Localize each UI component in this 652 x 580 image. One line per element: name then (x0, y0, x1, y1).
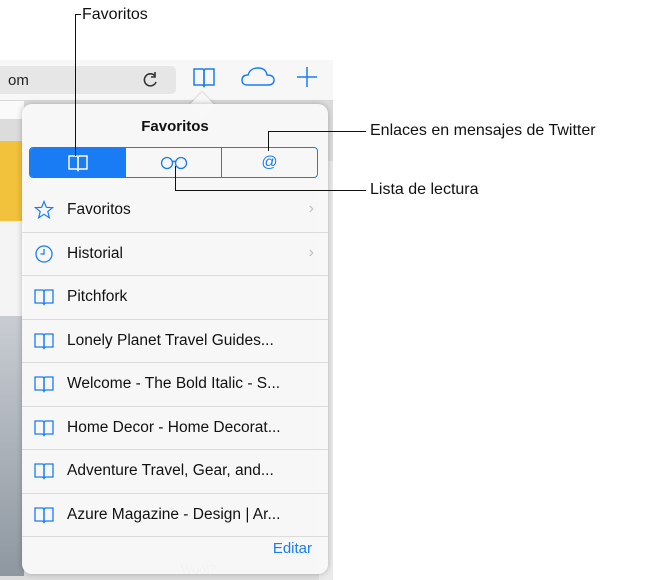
callout-favorites: Favoritos (82, 6, 148, 23)
callout-line-twitter-drop (268, 131, 269, 151)
segmented-control: @ (29, 147, 318, 178)
tab-favorites[interactable] (30, 148, 125, 177)
list-item-favorites[interactable]: Favoritos › (22, 189, 328, 233)
chevron-right-icon: › (308, 243, 314, 261)
glasses-icon (160, 156, 187, 169)
at-icon: @ (261, 153, 278, 171)
list-item-history[interactable]: Historial › (22, 233, 328, 276)
new-tab-icon[interactable] (294, 64, 320, 90)
callout-line-favorites (75, 14, 76, 156)
book-icon (67, 154, 88, 172)
list-item[interactable]: Azure Magazine - Design | Ar... (22, 494, 328, 537)
bookmark-list: Favoritos › Historial › Pitchfork Lonely… (22, 189, 328, 537)
list-item[interactable]: Home Decor - Home Decorat... (22, 407, 328, 450)
callout-line-reading-drop (175, 166, 176, 191)
list-item-label: Adventure Travel, Gear, and... (67, 462, 274, 479)
clock-icon (35, 244, 53, 263)
list-item[interactable]: Adventure Travel, Gear, and... (22, 450, 328, 494)
callout-line-twitter (268, 131, 366, 132)
book-icon (34, 419, 54, 437)
book-icon (34, 332, 54, 350)
list-item[interactable]: Pitchfork (22, 276, 328, 320)
list-item[interactable]: Welcome - The Bold Italic - S... (22, 363, 328, 407)
star-icon (34, 200, 54, 220)
list-item[interactable]: Lonely Planet Travel Guides... (22, 320, 328, 363)
popover-title: Favoritos (141, 118, 209, 135)
book-icon (34, 289, 54, 306)
list-item-label: Historial (67, 244, 123, 262)
list-item-label: Welcome - The Bold Italic - S... (67, 375, 281, 392)
address-text: om (8, 72, 29, 89)
callout-twitter-links: Enlaces en mensajes de Twitter (370, 122, 596, 139)
list-item-label: Lonely Planet Travel Guides... (67, 331, 274, 349)
list-item-label: Home Decor - Home Decorat... (67, 418, 281, 436)
callout-line-reading (175, 190, 366, 191)
callout-reading-list: Lista de lectura (370, 181, 479, 198)
callout-line-favorites-tick (75, 14, 81, 15)
edit-button[interactable]: Editar (273, 540, 312, 557)
tab-reading-list[interactable] (125, 148, 221, 177)
cloud-tabs-icon[interactable] (240, 64, 276, 90)
book-icon (34, 463, 54, 480)
browser-toolbar: om (0, 60, 333, 101)
book-icon (34, 506, 54, 524)
list-item-label: Pitchfork (67, 288, 128, 305)
address-bar[interactable]: om (0, 66, 176, 94)
tab-shared-links[interactable]: @ (221, 148, 317, 177)
book-icon (34, 376, 54, 393)
list-item-label: Favoritos (67, 201, 131, 218)
list-item-label: Azure Magazine - Design | Ar... (67, 505, 281, 523)
bookmarks-icon[interactable] (191, 64, 217, 90)
reload-icon[interactable] (140, 69, 162, 91)
chevron-right-icon: › (308, 200, 314, 217)
